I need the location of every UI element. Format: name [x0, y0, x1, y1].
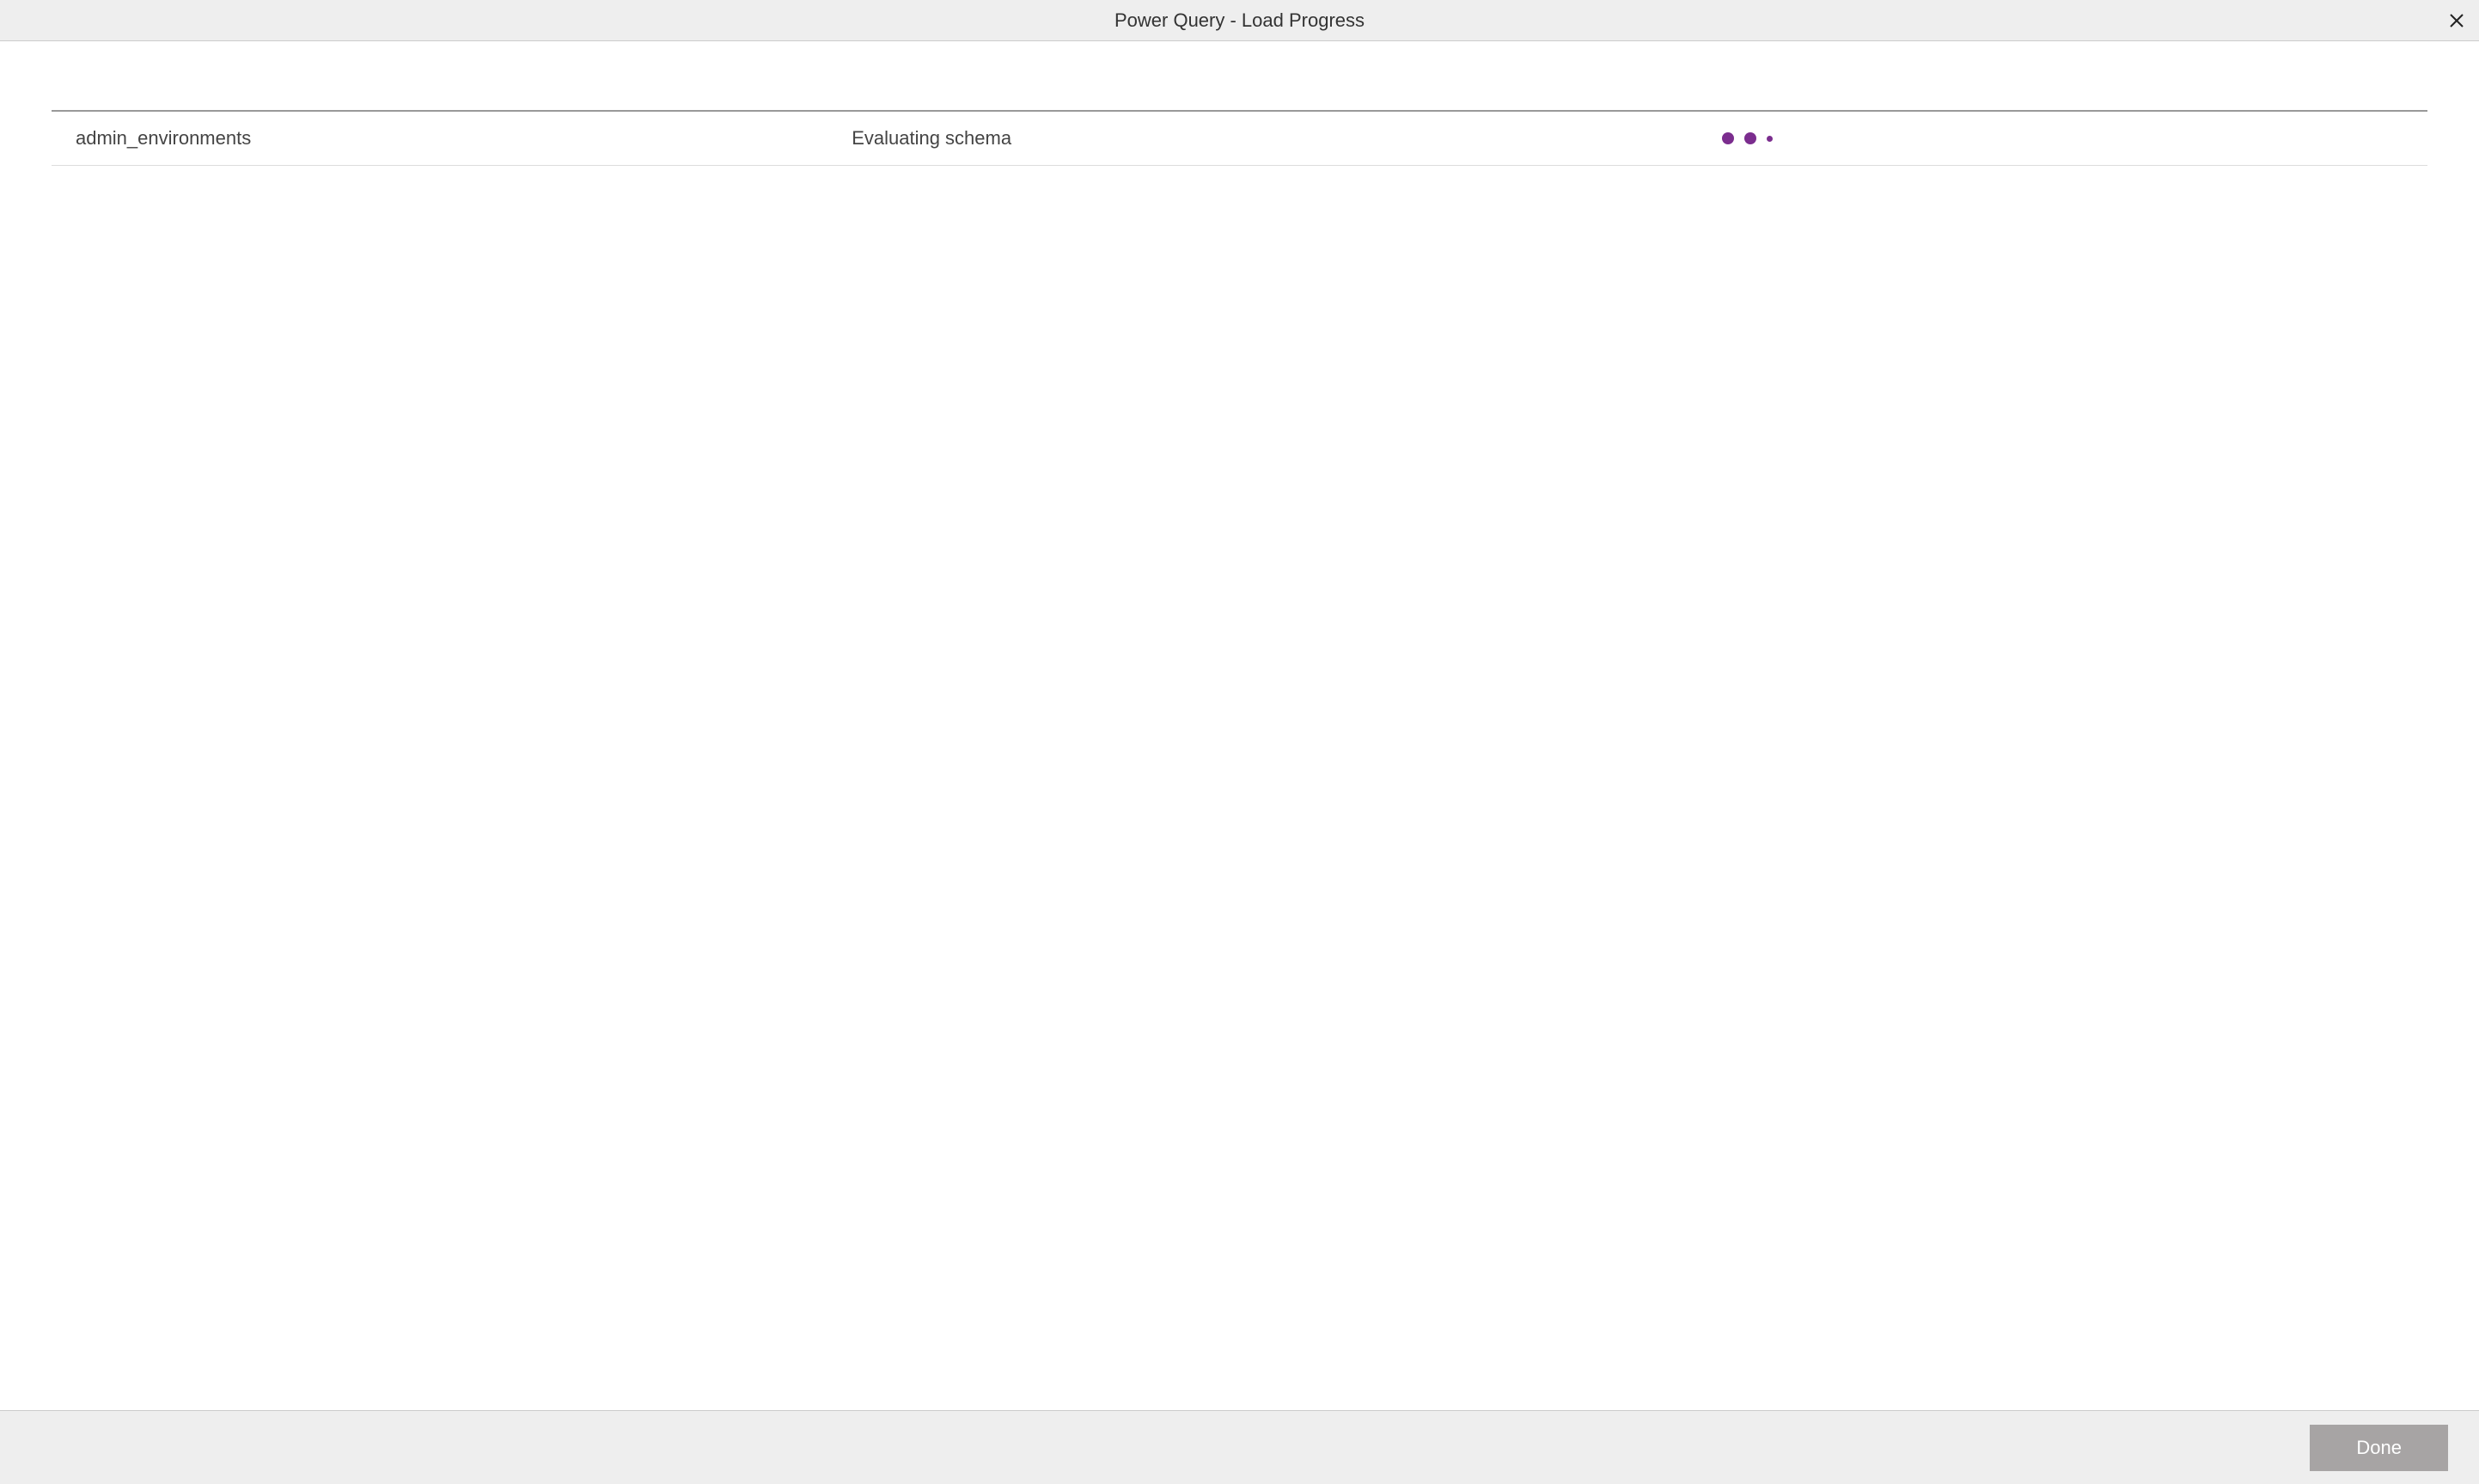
close-icon — [2448, 12, 2465, 29]
footer-bar: Done — [0, 1410, 2479, 1484]
title-bar: Power Query - Load Progress — [0, 0, 2479, 41]
progress-table: admin_environments Evaluating schema — [52, 110, 2427, 166]
dialog-title: Power Query - Load Progress — [1114, 9, 1365, 32]
loading-indicator — [1722, 132, 2427, 144]
loading-dot-icon — [1744, 132, 1756, 144]
loading-dot-icon — [1722, 132, 1734, 144]
progress-row: admin_environments Evaluating schema — [52, 112, 2427, 166]
content-area: admin_environments Evaluating schema — [0, 41, 2479, 1410]
close-button[interactable] — [2445, 9, 2469, 33]
loading-dot-icon — [1767, 136, 1773, 142]
query-status: Evaluating schema — [852, 127, 1722, 150]
query-name: admin_environments — [76, 127, 852, 150]
done-button[interactable]: Done — [2310, 1425, 2448, 1471]
